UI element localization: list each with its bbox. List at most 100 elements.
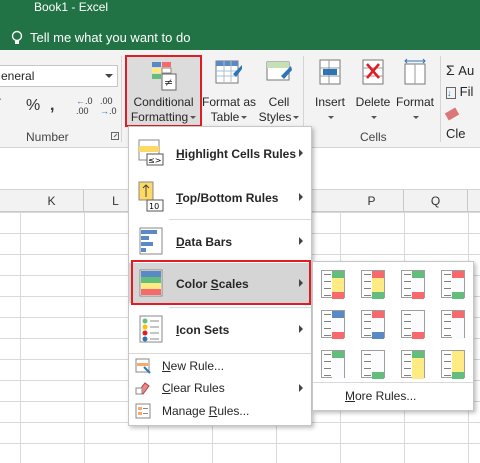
swatch-cell: [332, 372, 344, 379]
menu-separator: [169, 307, 311, 308]
tell-me-bar[interactable]: Tell me what you want to do: [0, 26, 480, 50]
number-format-dropdown[interactable]: eneral: [0, 65, 118, 87]
menu-item-highlight-cells-rules[interactable]: ≤> Highlight Cells Rules: [129, 133, 311, 173]
increase-decimal-button[interactable]: ←.0.00: [76, 96, 94, 116]
percent-button[interactable]: %: [26, 97, 40, 115]
swatch-line: [364, 368, 371, 369]
fill-label: Fil: [459, 84, 474, 99]
swatch-cell: [452, 278, 464, 285]
cell-styles-label-1: Cell: [268, 95, 290, 109]
increase-decimal-icon: ←: [76, 96, 85, 106]
comma-button[interactable]: ,: [50, 97, 54, 115]
conditional-formatting-button[interactable]: ≠ Conditional Formatting: [125, 55, 202, 127]
chevron-down-icon: [241, 116, 248, 120]
swatch-line: [324, 314, 331, 315]
swatch-cell: [452, 292, 464, 299]
chevron-down-icon: [190, 116, 197, 120]
color-scale-swatch[interactable]: [441, 350, 465, 379]
clear-button[interactable]: Cle: [444, 102, 480, 144]
swatch-line: [324, 375, 331, 376]
color-scale-swatch[interactable]: [441, 270, 465, 299]
menu-item-clear-rules[interactable]: Clear Rules: [129, 377, 311, 399]
color-scale-swatch[interactable]: [441, 310, 465, 339]
sigma-icon: Σ: [446, 62, 455, 78]
swatch-line: [444, 361, 451, 362]
swatch-cell: [452, 365, 464, 372]
color-scale-swatch[interactable]: [401, 350, 425, 379]
insert-button[interactable]: Insert: [309, 58, 351, 125]
chevron-right-icon: [299, 237, 303, 245]
swatch-line: [324, 361, 331, 362]
swatch-cell: [412, 372, 424, 379]
swatch-cell: [372, 351, 384, 358]
menu-item-data-bars[interactable]: Data Bars: [129, 221, 311, 261]
swatch-line: [324, 328, 331, 329]
color-scale-swatch[interactable]: [361, 310, 385, 339]
swatch-cell: [412, 325, 424, 332]
chevron-down-icon: [371, 116, 377, 120]
column-header-q[interactable]: Q: [404, 190, 468, 212]
window-title: Book1 - Excel: [34, 0, 109, 14]
group-divider: [440, 56, 441, 142]
color-scales-submenu: More Rules...: [312, 261, 474, 411]
conditional-formatting-icon: ≠: [152, 62, 177, 91]
fill-button[interactable]: ↓ Fil: [446, 81, 480, 102]
column-header-p[interactable]: P: [340, 190, 404, 212]
color-scale-swatch[interactable]: [321, 310, 345, 339]
format-button[interactable]: Format: [394, 58, 436, 125]
number-group-label: Number: [26, 130, 69, 144]
insert-label: Insert: [314, 95, 345, 109]
color-scale-swatch[interactable]: [361, 350, 385, 379]
swatch-line: [324, 274, 331, 275]
color-scale-swatch[interactable]: [401, 310, 425, 339]
format-label: Format: [395, 95, 434, 109]
format-as-table-button[interactable]: Format as Table: [201, 58, 257, 125]
cell-styles-icon: [266, 61, 292, 81]
svg-text:≠: ≠: [164, 76, 173, 89]
format-cells-icon: [404, 58, 426, 85]
menu-item-label: Icon Sets: [176, 323, 230, 337]
swatch-cell: [372, 311, 384, 318]
swatch-cell: [412, 271, 424, 278]
menu-item-top-bottom-rules[interactable]: 10 Top/Bottom Rules: [129, 177, 311, 217]
swatch-line: [364, 288, 371, 289]
color-scale-swatch[interactable]: [401, 270, 425, 299]
swatch-cell: [332, 292, 344, 299]
cells-group-label: Cells: [360, 130, 387, 144]
swatch-line: [404, 295, 411, 296]
conditional-formatting-label-1: Conditional: [133, 95, 194, 109]
dialog-launcher-icon[interactable]: [111, 132, 119, 140]
swatch-cell: [452, 358, 464, 365]
swatch-cell: [412, 311, 424, 318]
swatch-line: [444, 314, 451, 315]
column-header-k[interactable]: K: [20, 190, 84, 212]
chevron-right-icon: [299, 193, 303, 201]
swatch-cell: [452, 372, 464, 379]
menu-separator: [169, 219, 311, 220]
color-scales-highlight: [131, 260, 311, 305]
swatch-cell: [412, 278, 424, 285]
color-scale-swatch[interactable]: [321, 350, 345, 379]
cell-styles-button[interactable]: Cell Styles: [257, 58, 301, 125]
swatch-cell: [372, 292, 384, 299]
format-as-table-label-2: Table: [210, 110, 240, 124]
color-scale-swatch[interactable]: [321, 270, 345, 299]
format-as-table-label-1: Format as: [201, 95, 256, 109]
chevron-down-icon: [413, 116, 419, 120]
menu-item-new-rule[interactable]: New Rule...: [129, 355, 311, 377]
swatch-cell: [332, 365, 344, 372]
delete-button[interactable]: Delete: [352, 58, 394, 125]
autosum-button[interactable]: Σ Au: [446, 60, 480, 81]
menu-item-manage-rules[interactable]: Manage Rules...: [129, 400, 311, 422]
fill-down-icon: ↓: [446, 86, 456, 99]
color-scale-swatch[interactable]: [361, 270, 385, 299]
swatch-line: [324, 281, 331, 282]
chevron-right-icon: [299, 384, 303, 392]
insert-cells-icon: [319, 59, 341, 85]
new-rule-icon: [135, 358, 151, 374]
swatch-cell: [412, 292, 424, 299]
swatch-cell: [332, 271, 344, 278]
more-rules-item[interactable]: More Rules...: [345, 389, 416, 403]
menu-item-icon-sets[interactable]: Icon Sets: [129, 309, 311, 349]
decrease-decimal-button[interactable]: .00 →.0: [100, 96, 118, 116]
